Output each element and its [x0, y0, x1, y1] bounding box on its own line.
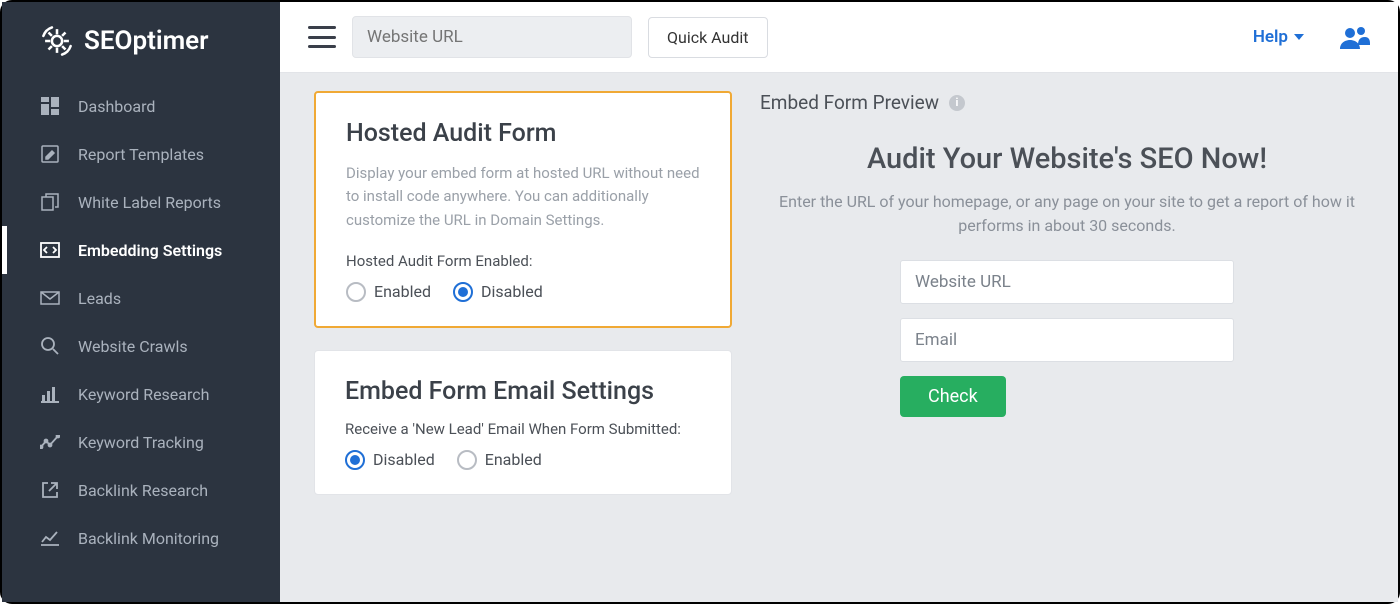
radio-label: Enabled: [374, 282, 431, 301]
brand-name: SEOptimer: [84, 26, 209, 56]
sidebar-item-report-templates[interactable]: Report Templates: [2, 130, 280, 178]
website-url-input[interactable]: [352, 16, 632, 58]
embed-email-settings-card: Embed Form Email Settings Receive a 'New…: [314, 350, 732, 495]
line-up-icon: [40, 432, 60, 452]
radio-icon: [457, 450, 477, 470]
check-button[interactable]: Check: [900, 376, 1006, 417]
sidebar-item-backlink-research[interactable]: Backlink Research: [2, 466, 280, 514]
hosted-enabled-radio-group: Enabled Disabled: [346, 282, 700, 302]
menu-toggle-icon[interactable]: [308, 26, 336, 48]
sidebar-item-label: Leads: [78, 289, 121, 308]
preview-header: Embed Form Preview i: [760, 91, 1374, 114]
sidebar-item-backlink-monitoring[interactable]: Backlink Monitoring: [2, 514, 280, 562]
help-label: Help: [1253, 27, 1288, 47]
email-receive-label: Receive a 'New Lead' Email When Form Sub…: [345, 420, 701, 438]
preview-title: Audit Your Website's SEO Now!: [760, 142, 1374, 176]
hosted-disabled-radio[interactable]: Disabled: [453, 282, 543, 302]
email-receive-radio-group: Disabled Enabled: [345, 450, 701, 470]
preview-column: Embed Form Preview i Audit Your Website'…: [760, 91, 1374, 602]
radio-label: Disabled: [373, 450, 435, 469]
sidebar-item-label: Keyword Research: [78, 385, 209, 404]
sidebar-item-dashboard[interactable]: Dashboard: [2, 82, 280, 130]
trend-icon: [40, 528, 60, 548]
caret-down-icon: [1294, 34, 1304, 40]
sidebar-item-label: Keyword Tracking: [78, 433, 204, 452]
sidebar-item-white-label[interactable]: White Label Reports: [2, 178, 280, 226]
brand-logo[interactable]: SEOptimer: [2, 2, 280, 82]
dashboard-icon: [40, 96, 60, 116]
sidebar-item-label: Report Templates: [78, 145, 204, 164]
quick-audit-button[interactable]: Quick Audit: [648, 17, 768, 58]
main: Quick Audit Help Hosted Audit Form Displ…: [280, 2, 1398, 602]
sidebar: SEOptimer Dashboard Report Templates Whi…: [2, 2, 280, 602]
sidebar-item-label: Website Crawls: [78, 337, 188, 356]
bar-chart-icon: [40, 384, 60, 404]
card-title: Hosted Audit Form: [346, 119, 700, 148]
sidebar-item-crawls[interactable]: Website Crawls: [2, 322, 280, 370]
sidebar-item-label: Dashboard: [78, 97, 155, 116]
sidebar-item-leads[interactable]: Leads: [2, 274, 280, 322]
sidebar-item-label: Backlink Research: [78, 481, 208, 500]
card-description: Display your embed form at hosted URL wi…: [346, 162, 700, 232]
topbar: Quick Audit Help: [280, 2, 1398, 73]
hosted-enabled-radio[interactable]: Enabled: [346, 282, 431, 302]
preview-body: Audit Your Website's SEO Now! Enter the …: [760, 142, 1374, 417]
radio-icon: [345, 450, 365, 470]
embed-icon: [40, 240, 60, 260]
sidebar-item-label: Backlink Monitoring: [78, 529, 219, 548]
card-title: Embed Form Email Settings: [345, 377, 701, 406]
preview-url-input[interactable]: [900, 260, 1234, 304]
gear-arrows-icon: [40, 24, 74, 58]
email-disabled-radio[interactable]: Disabled: [345, 450, 435, 470]
radio-icon: [453, 282, 473, 302]
hosted-audit-form-card: Hosted Audit Form Display your embed for…: [314, 91, 732, 328]
copy-icon: [40, 192, 60, 212]
sidebar-item-label: Embedding Settings: [78, 241, 222, 260]
sidebar-item-label: White Label Reports: [78, 193, 221, 212]
radio-label: Disabled: [481, 282, 543, 301]
edit-icon: [40, 144, 60, 164]
preview-form: Check: [900, 260, 1234, 417]
preview-email-input[interactable]: [900, 318, 1234, 362]
sidebar-item-keyword-research[interactable]: Keyword Research: [2, 370, 280, 418]
sidebar-item-keyword-tracking[interactable]: Keyword Tracking: [2, 418, 280, 466]
sidebar-nav: Dashboard Report Templates White Label R…: [2, 82, 280, 562]
users-icon[interactable]: [1340, 25, 1370, 49]
info-icon[interactable]: i: [949, 95, 965, 111]
sidebar-item-embedding[interactable]: Embedding Settings: [2, 226, 280, 274]
help-dropdown[interactable]: Help: [1253, 27, 1304, 47]
preview-header-label: Embed Form Preview: [760, 91, 939, 114]
preview-lead: Enter the URL of your homepage, or any p…: [767, 190, 1367, 238]
hosted-enabled-label: Hosted Audit Form Enabled:: [346, 252, 700, 270]
radio-icon: [346, 282, 366, 302]
mail-icon: [40, 288, 60, 308]
search-icon: [40, 336, 60, 356]
radio-label: Enabled: [485, 450, 542, 469]
settings-column: Hosted Audit Form Display your embed for…: [314, 91, 732, 602]
email-enabled-radio[interactable]: Enabled: [457, 450, 542, 470]
content: Hosted Audit Form Display your embed for…: [280, 73, 1398, 602]
external-link-icon: [40, 480, 60, 500]
